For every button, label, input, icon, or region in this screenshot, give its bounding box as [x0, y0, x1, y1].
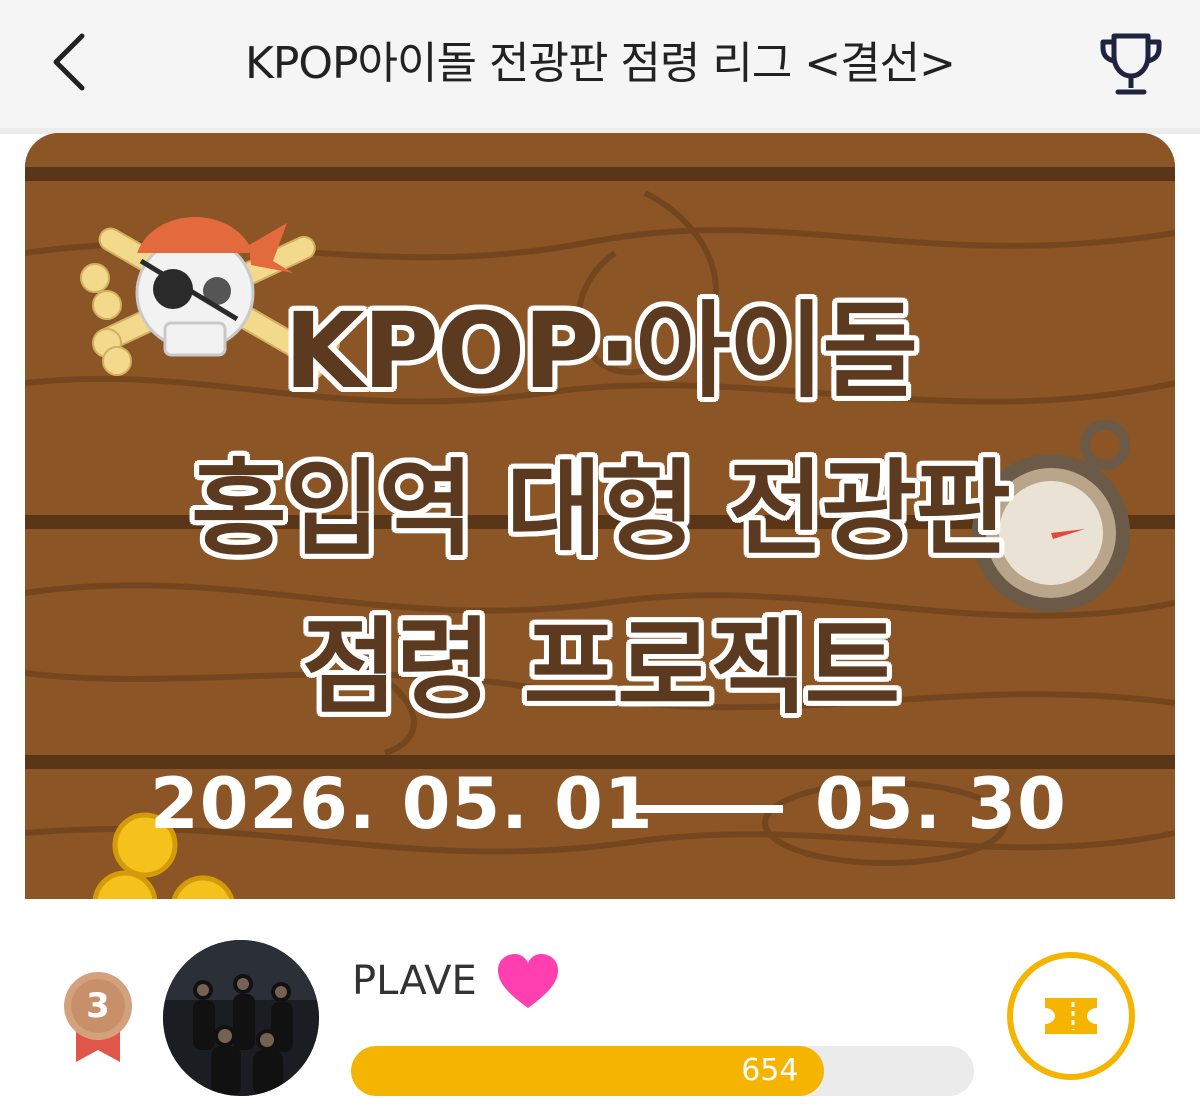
banner-title-line-3: 점령 프로젝트	[301, 606, 900, 728]
chevron-left-icon[interactable]	[40, 30, 100, 94]
trophy-icon[interactable]	[1098, 32, 1164, 98]
vote-ticket-button[interactable]	[1005, 950, 1137, 1082]
vote-progress-fill: 654	[351, 1046, 825, 1096]
vote-progress-bar: 654	[351, 1046, 974, 1096]
avatar[interactable]	[163, 940, 319, 1096]
banner-title-line-2: 홍입역 대형 전광판	[191, 448, 1011, 570]
artist-name: PLAVE	[352, 958, 477, 1004]
ranking-row[interactable]: 3 PLAVE 654	[0, 900, 1200, 1113]
banner-title-line-1: KPOP·아이돌	[284, 290, 918, 412]
top-bar: KPOP아이돌 전광판 점령 리그 <결선>	[0, 0, 1200, 128]
bronze-medal-icon: 3	[62, 972, 138, 1064]
page-title: KPOP아이돌 전광판 점령 리그 <결선>	[245, 38, 956, 89]
vote-count: 654	[741, 1053, 799, 1088]
event-period: 2026. 05. 01 05. 30	[25, 763, 1175, 853]
event-end-date: 05. 30	[815, 763, 1067, 845]
event-start-date: 2026. 05. 01	[150, 763, 654, 845]
rank-number: 3	[86, 986, 110, 1026]
date-range-dash	[633, 805, 783, 813]
event-banner[interactable]: KPOP·아이돌 홍입역 대형 전광판 점령 프로젝트 2026. 05. 01…	[25, 133, 1175, 899]
heart-icon[interactable]	[496, 952, 560, 1012]
